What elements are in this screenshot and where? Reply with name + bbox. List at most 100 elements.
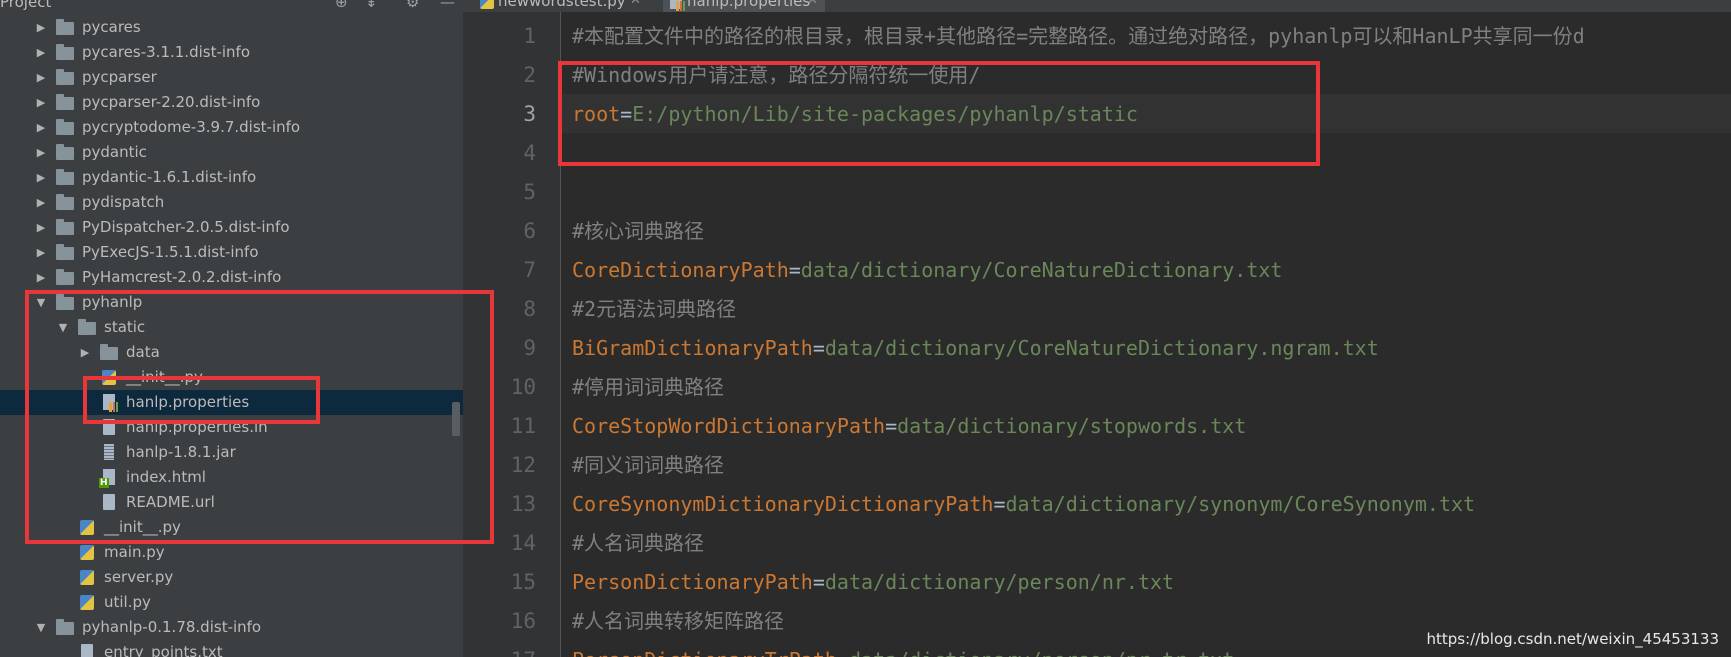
folder-icon — [56, 44, 74, 60]
tree-item[interactable]: ▼ static — [0, 315, 463, 340]
project-title[interactable]: Project — [0, 0, 51, 12]
chevron-down-icon[interactable]: ▼ — [35, 615, 47, 640]
tree-item[interactable]: entry_points.txt — [0, 640, 463, 657]
tree-item[interactable]: ▶ pycparser — [0, 65, 463, 90]
project-header: Project ⊕ ⇟ ⚙ — — [0, 0, 463, 12]
tree-scrollbar[interactable] — [452, 402, 460, 436]
chevron-right-icon[interactable]: ▶ — [35, 265, 47, 290]
tree-item[interactable]: __init__.py — [0, 515, 463, 540]
tree-item[interactable]: __init__.py — [0, 365, 463, 390]
tree-item[interactable]: ▶ pycares — [0, 15, 463, 40]
property-equals: = — [993, 492, 1006, 516]
minimize-icon[interactable]: — — [440, 0, 455, 12]
tree-item[interactable]: index.html — [0, 465, 463, 490]
code-line[interactable]: #停用词词典路径 — [572, 368, 724, 407]
folder-icon — [100, 344, 118, 360]
properties-file-icon — [100, 394, 118, 412]
tree-item-label: PyExecJS-1.5.1.dist-info — [82, 243, 259, 261]
chevron-right-icon[interactable]: ▶ — [35, 115, 47, 140]
tree-item-label: pycryptodome-3.9.7.dist-info — [82, 118, 301, 136]
tree-item[interactable]: ▶ pydantic-1.6.1.dist-info — [0, 165, 463, 190]
tree-item[interactable]: hanlp.properties — [0, 390, 463, 415]
chevron-right-icon[interactable]: ▶ — [35, 240, 47, 265]
folder-icon — [56, 194, 74, 210]
code-line[interactable]: CoreSynonymDictionaryDictionaryPath=data… — [572, 485, 1475, 524]
tree-item[interactable]: main.py — [0, 540, 463, 565]
target-icon[interactable]: ⊕ — [335, 0, 348, 12]
code-line[interactable]: CoreDictionaryPath=data/dictionary/CoreN… — [572, 251, 1282, 290]
code-line[interactable]: #同义词词典路径 — [572, 446, 724, 485]
line-number: 5 — [523, 180, 536, 204]
code-line[interactable]: PersonDictionaryTrPath=data/dictionary/p… — [572, 641, 1234, 657]
tree-item[interactable]: ▶ data — [0, 340, 463, 365]
code-line[interactable]: PersonDictionaryPath=data/dictionary/per… — [572, 563, 1174, 602]
tree-item[interactable]: util.py — [0, 590, 463, 615]
folder-icon — [56, 69, 74, 85]
code-line[interactable]: #本配置文件中的路径的根目录，根目录+其他路径=完整路径。通过绝对路径，pyha… — [572, 17, 1585, 56]
code-line[interactable]: #2元语法词典路径 — [572, 290, 736, 329]
code-line[interactable]: root=E:/python/Lib/site-packages/pyhanlp… — [572, 95, 1138, 134]
code-line[interactable]: #Windows用户请注意，路径分隔符统一使用/ — [572, 56, 980, 95]
tree-item-label: pydantic-1.6.1.dist-info — [82, 168, 257, 186]
tree-item-label: util.py — [104, 593, 151, 611]
tree-item[interactable]: ▶ PyDispatcher-2.0.5.dist-info — [0, 215, 463, 240]
chevron-right-icon[interactable]: ▶ — [35, 15, 47, 40]
collapse-icon[interactable]: ⇟ — [365, 0, 378, 12]
tab-newwordstest[interactable]: newwordstest.py ✕ — [478, 0, 648, 12]
tab-hanlp-properties[interactable]: hanlp.properties ✕ — [663, 0, 825, 12]
chevron-right-icon[interactable]: ▶ — [35, 165, 47, 190]
tree-item[interactable]: ▶ PyHamcrest-2.0.2.dist-info — [0, 265, 463, 290]
code-editor[interactable]: 1234567891011121314151617 #本配置文件中的路径的根目录… — [463, 12, 1731, 657]
chevron-right-icon[interactable]: ▶ — [79, 340, 91, 365]
file-icon — [100, 419, 118, 435]
tree-item[interactable]: ▶ PyExecJS-1.5.1.dist-info — [0, 240, 463, 265]
property-value: E:/python/Lib/site-packages/pyhanlp/stat… — [632, 102, 1138, 126]
tree-item[interactable]: hanlp-1.8.1.jar — [0, 440, 463, 465]
chevron-right-icon[interactable]: ▶ — [35, 90, 47, 115]
chevron-right-icon[interactable]: ▶ — [35, 40, 47, 65]
tree-item[interactable]: server.py — [0, 565, 463, 590]
tree-item-label: main.py — [104, 543, 165, 561]
tree-item[interactable]: README.url — [0, 490, 463, 515]
gear-icon[interactable]: ⚙ — [406, 0, 419, 12]
folder-icon — [56, 619, 74, 635]
code-line[interactable]: #核心词典路径 — [572, 212, 704, 251]
line-number: 14 — [510, 531, 536, 555]
property-value: data/dictionary/person/nr.tr.txt — [849, 648, 1234, 657]
tree-item[interactable]: ▶ pydispatch — [0, 190, 463, 215]
line-number-gutter: 1234567891011121314151617 — [463, 12, 561, 657]
tree-item[interactable]: hanlp.properties.in — [0, 415, 463, 440]
tree-item-label: hanlp-1.8.1.jar — [126, 443, 236, 461]
chevron-right-icon[interactable]: ▶ — [35, 140, 47, 165]
code-line[interactable]: BiGramDictionaryPath=data/dictionary/Cor… — [572, 329, 1379, 368]
code-line[interactable]: #人名词典路径 — [572, 524, 704, 563]
close-icon[interactable]: ✕ — [807, 0, 818, 11]
tree-item[interactable]: ▼ pyhanlp-0.1.78.dist-info — [0, 615, 463, 640]
close-icon[interactable]: ✕ — [630, 0, 641, 11]
chevron-down-icon[interactable]: ▼ — [57, 315, 69, 340]
python-file-icon — [78, 570, 96, 585]
tree-item-label: pycparser-2.20.dist-info — [82, 93, 261, 111]
tree-item-label: pyhanlp-0.1.78.dist-info — [82, 618, 262, 636]
tree-item[interactable]: ▶ pycares-3.1.1.dist-info — [0, 40, 463, 65]
chevron-right-icon[interactable]: ▶ — [35, 190, 47, 215]
property-key: CoreSynonymDictionaryDictionaryPath — [572, 492, 994, 516]
tree-item-label: pyhanlp — [82, 293, 143, 311]
code-line[interactable]: CoreStopWordDictionaryPath=data/dictiona… — [572, 407, 1246, 446]
tree-item[interactable]: ▶ pydantic — [0, 140, 463, 165]
tree-item[interactable]: ▶ pycparser-2.20.dist-info — [0, 90, 463, 115]
tree-item[interactable]: ▼ pyhanlp — [0, 290, 463, 315]
code-comment: #核心词典路径 — [572, 219, 705, 243]
chevron-right-icon[interactable]: ▶ — [35, 65, 47, 90]
tree-item-label: static — [104, 318, 146, 336]
chevron-down-icon[interactable]: ▼ — [35, 290, 47, 315]
chevron-right-icon[interactable]: ▶ — [35, 215, 47, 240]
folder-icon — [56, 219, 74, 235]
folder-icon — [56, 119, 74, 135]
line-number: 6 — [523, 219, 536, 243]
property-value: data/dictionary/CoreNatureDictionary.ngr… — [824, 336, 1379, 360]
code-line[interactable]: #人名词典转移矩阵路径 — [572, 602, 784, 641]
tree-item[interactable]: ▶ pycryptodome-3.9.7.dist-info — [0, 115, 463, 140]
file-icon — [78, 644, 96, 657]
html-file-icon — [99, 469, 118, 488]
